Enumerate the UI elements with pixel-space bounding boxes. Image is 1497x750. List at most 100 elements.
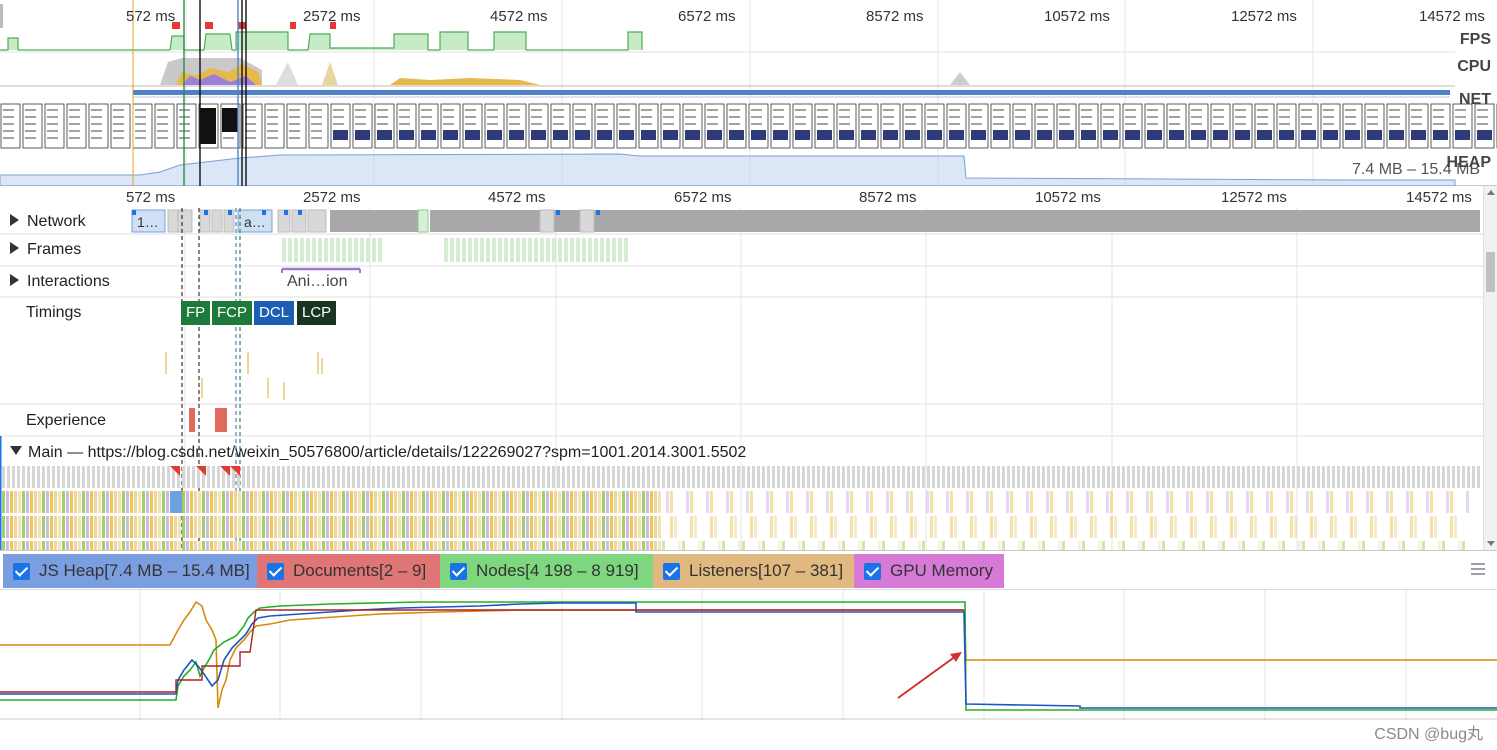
- frame-block: [570, 238, 574, 262]
- thumbnail-image-block: [421, 130, 436, 140]
- main-flame-block: [26, 491, 29, 513]
- main-flame-block: [618, 516, 621, 538]
- main-flame-block: [282, 541, 285, 550]
- main-flame-block: [966, 491, 969, 513]
- main-task-block: [37, 466, 40, 488]
- main-flame-block: [1370, 516, 1373, 538]
- counter-js-heap[interactable]: JS Heap[7.4 MB – 15.4 MB]: [3, 554, 257, 588]
- main-task-block: [627, 466, 630, 488]
- checkbox-icon[interactable]: [864, 563, 881, 580]
- main-flame-block: [198, 491, 201, 513]
- track-frames[interactable]: Frames: [10, 241, 81, 259]
- main-flame-block: [478, 516, 481, 538]
- timing-marker-fp[interactable]: FP: [181, 301, 211, 325]
- screenshot-thumbnail: [880, 103, 901, 149]
- main-task-block: [372, 466, 375, 488]
- timing-marker-lcp[interactable]: LCP: [297, 301, 337, 325]
- main-flame-block: [306, 491, 309, 513]
- main-task-block: [847, 466, 850, 488]
- thumbnail-image-block: [1191, 130, 1206, 140]
- main-flame-block: [190, 516, 193, 538]
- counter-nodes[interactable]: Nodes[4 198 – 8 919]: [440, 554, 653, 588]
- main-flame-block: [726, 491, 729, 513]
- main-flame-block: [442, 516, 445, 538]
- thumbnail-image-block: [773, 130, 788, 140]
- screenshot-thumbnail: [1364, 103, 1385, 149]
- main-task-block: [1022, 466, 1025, 488]
- main-task-block: [467, 466, 470, 488]
- frame-block: [294, 238, 298, 262]
- scroll-thumb[interactable]: [1486, 252, 1495, 292]
- main-task-block: [782, 466, 785, 488]
- track-network[interactable]: Network: [10, 213, 86, 231]
- main-flame-block: [1374, 516, 1377, 538]
- checkbox-icon[interactable]: [267, 563, 284, 580]
- main-flame-block: [574, 491, 577, 513]
- main-task-block: [507, 466, 510, 488]
- main-task-block: [1067, 466, 1070, 488]
- main-flame-block: [578, 516, 581, 538]
- tracks-scrollbar[interactable]: [1483, 186, 1497, 550]
- main-flame-block: [154, 516, 157, 538]
- thumbnail-image-block: [619, 130, 634, 140]
- track-interactions[interactable]: Interactions: [10, 273, 110, 291]
- main-flame-block: [1234, 516, 1237, 538]
- main-task-block: [1212, 466, 1215, 488]
- main-flame-block: [934, 516, 937, 538]
- net-bar: [133, 90, 1450, 95]
- main-flame-block: [370, 491, 373, 513]
- main-flame-block: [846, 491, 849, 513]
- interaction-item[interactable]: Ani…ion: [287, 273, 347, 291]
- timeline-overview[interactable]: 572 ms 2572 ms 4572 ms 6572 ms 8572 ms 1…: [0, 0, 1497, 186]
- main-task-block: [712, 466, 715, 488]
- frame-block: [300, 238, 304, 262]
- main-task-block: [1132, 466, 1135, 488]
- main-flame-block: [530, 516, 533, 538]
- main-task-block: [1417, 466, 1420, 488]
- main-task-block: [382, 466, 385, 488]
- counter-documents[interactable]: Documents[2 – 9]: [257, 554, 440, 588]
- main-flame-block: [454, 516, 457, 538]
- screenshot-thumbnail: [286, 103, 307, 149]
- thumbnail-image-block: [795, 130, 810, 140]
- hamburger-menu-icon[interactable]: [1471, 563, 1485, 575]
- track-main[interactable]: Main — https://blog.csdn.net/weixin_5057…: [10, 444, 746, 462]
- main-flame-block: [202, 491, 205, 513]
- main-task-block: [972, 466, 975, 488]
- checkbox-icon[interactable]: [13, 563, 30, 580]
- screenshot-thumbnail: [330, 103, 351, 149]
- main-flame-block: [806, 491, 809, 513]
- main-task-block: [7, 466, 10, 488]
- network-request-label[interactable]: a…: [244, 214, 266, 230]
- scroll-up-icon[interactable]: [1487, 190, 1495, 195]
- main-flame-block: [338, 516, 341, 538]
- main-task-block: [192, 466, 195, 488]
- checkbox-icon[interactable]: [450, 563, 467, 580]
- timeline-tracks[interactable]: Network 1… a… Frames Interactions Ani…io…: [0, 208, 1483, 550]
- counter-listeners[interactable]: Listeners[107 – 381]: [653, 554, 854, 588]
- thumbnail-image-block: [685, 130, 700, 140]
- main-flame-block: [446, 516, 449, 538]
- main-flame-block: [770, 491, 773, 513]
- timing-marker-fcp[interactable]: FCP: [212, 301, 252, 325]
- main-flame-block: [402, 491, 405, 513]
- main-flame-block: [1382, 541, 1385, 550]
- main-flame-block: [258, 516, 261, 538]
- main-task-block: [1077, 466, 1080, 488]
- checkbox-icon[interactable]: [663, 563, 680, 580]
- scroll-down-icon[interactable]: [1487, 541, 1495, 546]
- network-request-bar: [307, 209, 327, 233]
- timing-marker-dcl[interactable]: DCL: [254, 301, 295, 325]
- counter-gpu-memory[interactable]: GPU Memory: [854, 554, 1004, 588]
- main-task-block: [607, 466, 610, 488]
- main-flame-block: [542, 541, 545, 550]
- main-flame-block: [158, 541, 161, 550]
- main-task-block: [687, 466, 690, 488]
- network-request-label[interactable]: 1…: [137, 214, 159, 230]
- main-flame-block: [442, 541, 445, 550]
- main-flame-block: [42, 516, 45, 538]
- main-flame-block: [118, 516, 121, 538]
- main-flame-block: [654, 491, 657, 513]
- main-flame-block: [1390, 491, 1393, 513]
- main-flame-block: [822, 541, 825, 550]
